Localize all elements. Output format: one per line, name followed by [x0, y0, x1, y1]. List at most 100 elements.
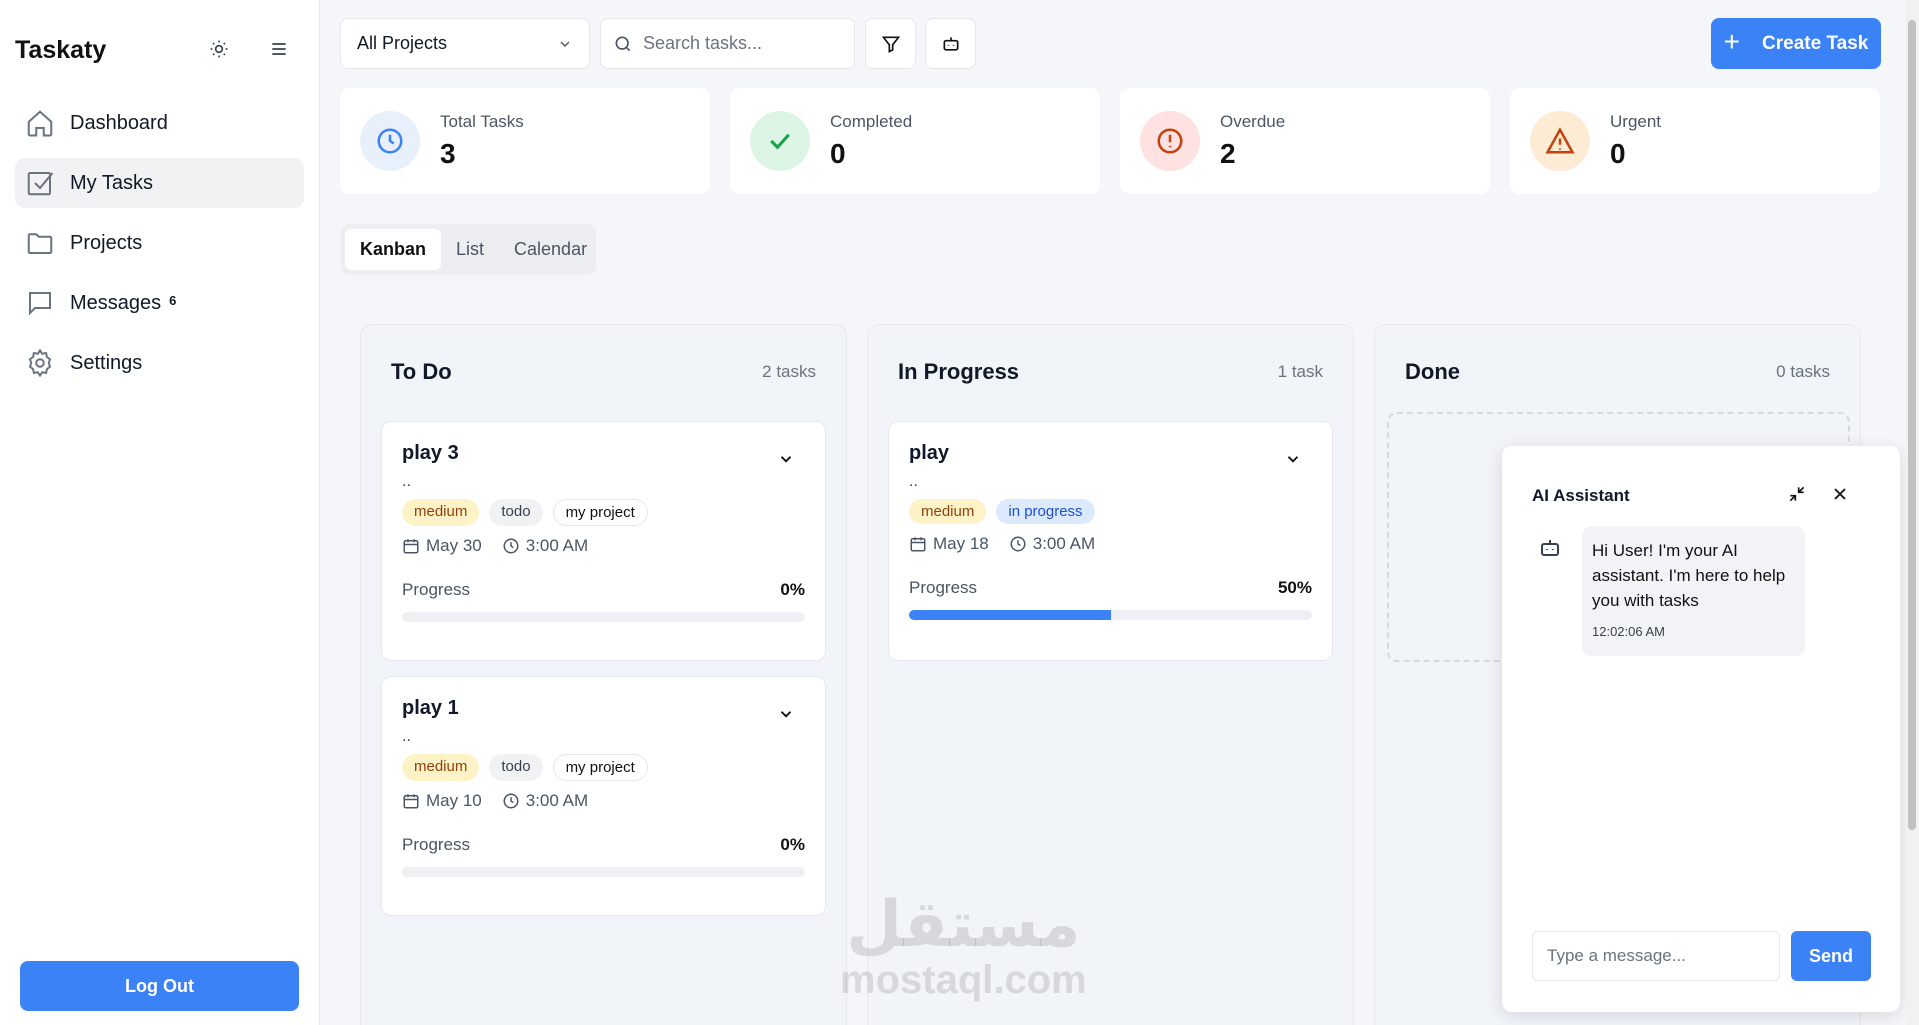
ai-message-bubble: Hi User! I'm your AI assistant. I'm here… — [1582, 526, 1805, 656]
clock-icon — [503, 793, 519, 809]
progress-value: 0% — [780, 580, 805, 599]
task-card[interactable]: play 3 .. medium todo my project May 30 … — [381, 421, 826, 661]
ai-message-text: Hi User! I'm your AI assistant. I'm here… — [1592, 541, 1786, 610]
sidebar-item-messages[interactable]: Messages 6 — [15, 278, 304, 328]
checkbox-icon — [27, 172, 54, 196]
stat-card-total: Total Tasks 3 — [340, 88, 710, 194]
column-title: To Do — [391, 359, 452, 384]
priority-tag: medium — [402, 754, 480, 781]
project-tag: my project — [552, 499, 648, 526]
chevron-down-icon[interactable] — [777, 705, 795, 723]
stat-value: 0 — [830, 138, 846, 169]
project-tag: my project — [552, 754, 648, 781]
progress-bar — [402, 612, 805, 622]
clock-icon — [503, 538, 519, 554]
search-box[interactable] — [600, 18, 855, 69]
progress-bar — [402, 867, 805, 877]
progress-label: Progress — [402, 835, 471, 854]
alert-circle-icon — [1140, 111, 1200, 171]
minimize-icon[interactable] — [1787, 484, 1807, 504]
progress-value: 50% — [1277, 578, 1312, 597]
stat-label: Completed — [830, 112, 913, 131]
sidebar-item-label: My Tasks — [70, 171, 153, 194]
close-icon[interactable] — [1830, 484, 1850, 504]
ai-assistant-button[interactable] — [925, 18, 976, 69]
stat-card-overdue: Overdue 2 — [1120, 88, 1490, 194]
tab-calendar[interactable]: Calendar — [499, 229, 602, 270]
chevron-down-icon[interactable] — [1284, 450, 1302, 468]
watermark: مستقل mostaql.com — [840, 890, 1087, 1000]
priority-tag: medium — [402, 499, 480, 526]
sidebar-item-settings[interactable]: Settings — [15, 338, 304, 388]
filter-button[interactable] — [865, 18, 916, 69]
tab-list[interactable]: List — [441, 229, 499, 270]
ai-send-button[interactable]: Send — [1791, 931, 1871, 981]
task-date: May 18 — [933, 534, 989, 553]
stat-label: Overdue — [1220, 112, 1286, 131]
chevron-down-icon — [560, 41, 570, 47]
logout-button[interactable]: Log Out — [20, 961, 299, 1011]
robot-icon — [943, 36, 958, 51]
column-title: In Progress — [898, 359, 1020, 384]
project-select[interactable]: All Projects — [340, 18, 590, 69]
scrollbar-thumb[interactable] — [1908, 20, 1916, 830]
progress-label: Progress — [909, 578, 978, 597]
ai-message-input[interactable] — [1532, 931, 1780, 981]
sidebar-item-dashboard[interactable]: Dashboard — [15, 98, 304, 148]
sidebar-item-my-tasks[interactable]: My Tasks — [15, 158, 304, 208]
status-tag: in progress — [996, 499, 1095, 524]
filter-icon — [881, 36, 900, 53]
kanban-column-todo: To Do 2 tasks play 3 .. medium todo my p… — [360, 324, 847, 1025]
task-title: play 3 — [402, 442, 459, 464]
page-scrollbar[interactable] — [1906, 0, 1919, 1025]
priority-tag: medium — [909, 499, 987, 524]
stat-card-urgent: Urgent 0 — [1510, 88, 1880, 194]
ai-message-time: 12:02:06 AM — [1592, 624, 1665, 639]
theme-toggle-icon[interactable] — [207, 37, 231, 61]
stat-label: Urgent — [1610, 112, 1662, 131]
stat-value: 3 — [440, 138, 456, 169]
clock-icon — [1010, 536, 1026, 552]
column-count: 2 tasks — [762, 362, 816, 381]
ai-assistant-panel: AI Assistant Hi User! I'm your AI assist… — [1502, 446, 1900, 1012]
progress-bar — [909, 610, 1312, 620]
task-card[interactable]: play 1 .. medium todo my project May 10 … — [381, 676, 826, 916]
ai-panel-title: AI Assistant — [1532, 486, 1630, 505]
menu-icon[interactable] — [267, 37, 291, 61]
project-select-value: All Projects — [357, 33, 448, 53]
messages-count-badge: 6 — [169, 292, 177, 308]
search-input[interactable] — [643, 33, 823, 54]
task-title: play — [909, 442, 950, 464]
task-time: 3:00 AM — [525, 536, 589, 555]
sidebar-item-label: Messages — [70, 291, 162, 314]
task-card[interactable]: play .. medium in progress May 18 3:00 A… — [888, 421, 1333, 661]
chevron-down-icon[interactable] — [777, 450, 795, 468]
stat-card-completed: Completed 0 — [730, 88, 1100, 194]
column-count: 1 task — [1277, 362, 1323, 381]
task-date: May 10 — [426, 791, 482, 810]
task-time: 3:00 AM — [525, 791, 589, 810]
warning-icon — [1530, 111, 1590, 171]
progress-label: Progress — [402, 580, 471, 599]
calendar-icon — [403, 539, 419, 554]
tab-kanban[interactable]: Kanban — [345, 229, 442, 270]
progress-value: 0% — [780, 835, 805, 854]
create-task-button[interactable]: + Create Task — [1711, 18, 1881, 69]
plus-icon: + — [1723, 26, 1741, 57]
column-count: 0 tasks — [1776, 362, 1830, 381]
sidebar: Taskaty Dashboard My Tasks Projects Mess… — [0, 0, 320, 1025]
watermark-latin: mostaql.com — [840, 958, 1087, 1002]
task-description: .. — [909, 473, 918, 490]
check-icon — [750, 111, 810, 171]
task-title: play 1 — [402, 697, 459, 719]
watermark-arabic: مستقل — [846, 888, 1081, 962]
stat-value: 0 — [1610, 138, 1626, 169]
sidebar-item-label: Projects — [70, 231, 143, 254]
sidebar-item-projects[interactable]: Projects — [15, 218, 304, 268]
gear-icon — [28, 348, 52, 378]
create-task-label: Create Task — [1762, 32, 1869, 54]
folder-icon — [27, 233, 53, 254]
message-icon — [29, 292, 51, 316]
task-time: 3:00 AM — [1032, 534, 1096, 553]
clock-icon — [360, 111, 420, 171]
